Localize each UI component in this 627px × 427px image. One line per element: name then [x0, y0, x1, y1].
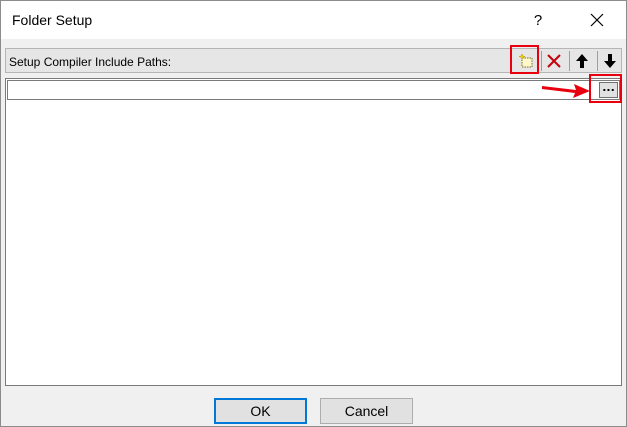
arrow-up-icon	[576, 54, 588, 68]
move-up-button[interactable]	[571, 51, 593, 71]
list-item[interactable]: ...	[7, 80, 620, 100]
ok-button[interactable]: OK	[214, 398, 307, 424]
toolbar-separator	[569, 51, 570, 71]
cancel-button[interactable]: Cancel	[320, 398, 413, 424]
include-paths-label: Setup Compiler Include Paths:	[9, 55, 172, 69]
help-button[interactable]: ?	[516, 5, 560, 35]
new-path-highlight	[510, 45, 539, 74]
title-bar: Folder Setup ?	[1, 1, 626, 39]
delete-icon	[547, 54, 561, 68]
include-paths-list[interactable]: ...	[5, 78, 622, 386]
toolbar-separator	[541, 51, 542, 71]
dialog-title: Folder Setup	[12, 12, 93, 28]
delete-path-button[interactable]	[543, 51, 565, 71]
annotation-arrow-icon	[542, 84, 590, 98]
path-input[interactable]	[10, 82, 595, 98]
move-down-button[interactable]	[599, 51, 621, 71]
close-icon	[590, 13, 604, 27]
close-button[interactable]	[575, 5, 619, 35]
arrow-down-icon	[604, 54, 616, 68]
toolbar-separator	[597, 51, 598, 71]
browse-highlight	[589, 74, 622, 103]
